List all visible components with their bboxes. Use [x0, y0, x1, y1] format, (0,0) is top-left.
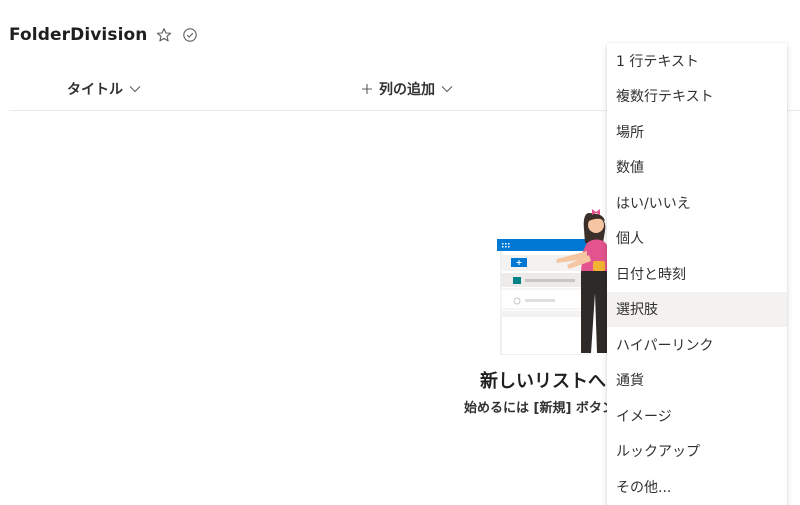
column-type-menu: 1 行テキスト 複数行テキスト 場所 数値 はい/いいえ 個人 日付と時刻 選択…: [607, 43, 787, 505]
add-column-label: 列の追加: [379, 82, 435, 98]
plus-icon: [361, 83, 373, 95]
list-title: FolderDivision: [9, 25, 148, 45]
menu-item-single-line-text[interactable]: 1 行テキスト: [607, 43, 787, 79]
menu-item-image[interactable]: イメージ: [607, 398, 787, 434]
menu-item-location[interactable]: 場所: [607, 114, 787, 150]
list-header: FolderDivision: [9, 22, 200, 48]
chevron-down-icon: [441, 85, 453, 93]
column-header-title[interactable]: タイトル: [67, 78, 141, 100]
empty-state-subtext: 始めるには [新規] ボタンを選択してください: [464, 401, 608, 416]
column-title-label: タイトル: [67, 82, 123, 98]
menu-item-choice[interactable]: 選択肢: [607, 291, 787, 327]
chevron-down-icon: [129, 85, 141, 93]
menu-item-person[interactable]: 個人: [607, 221, 787, 257]
menu-item-hyperlink[interactable]: ハイパーリンク: [607, 327, 787, 363]
menu-item-number[interactable]: 数値: [607, 150, 787, 186]
menu-item-date-time[interactable]: 日付と時刻: [607, 256, 787, 292]
menu-item-yes-no[interactable]: はい/いいえ: [607, 185, 787, 221]
menu-item-more[interactable]: その他...: [607, 469, 787, 505]
empty-list-illustration: [497, 209, 609, 355]
add-column-button[interactable]: 列の追加: [361, 78, 453, 100]
star-icon[interactable]: [154, 25, 174, 45]
menu-item-multiple-lines-text[interactable]: 複数行テキスト: [607, 79, 787, 115]
empty-state-heading: 新しいリストへようこそ: [480, 371, 608, 392]
menu-item-currency[interactable]: 通貨: [607, 363, 787, 399]
menu-item-lookup[interactable]: ルックアップ: [607, 434, 787, 470]
check-circle-icon[interactable]: [180, 25, 200, 45]
